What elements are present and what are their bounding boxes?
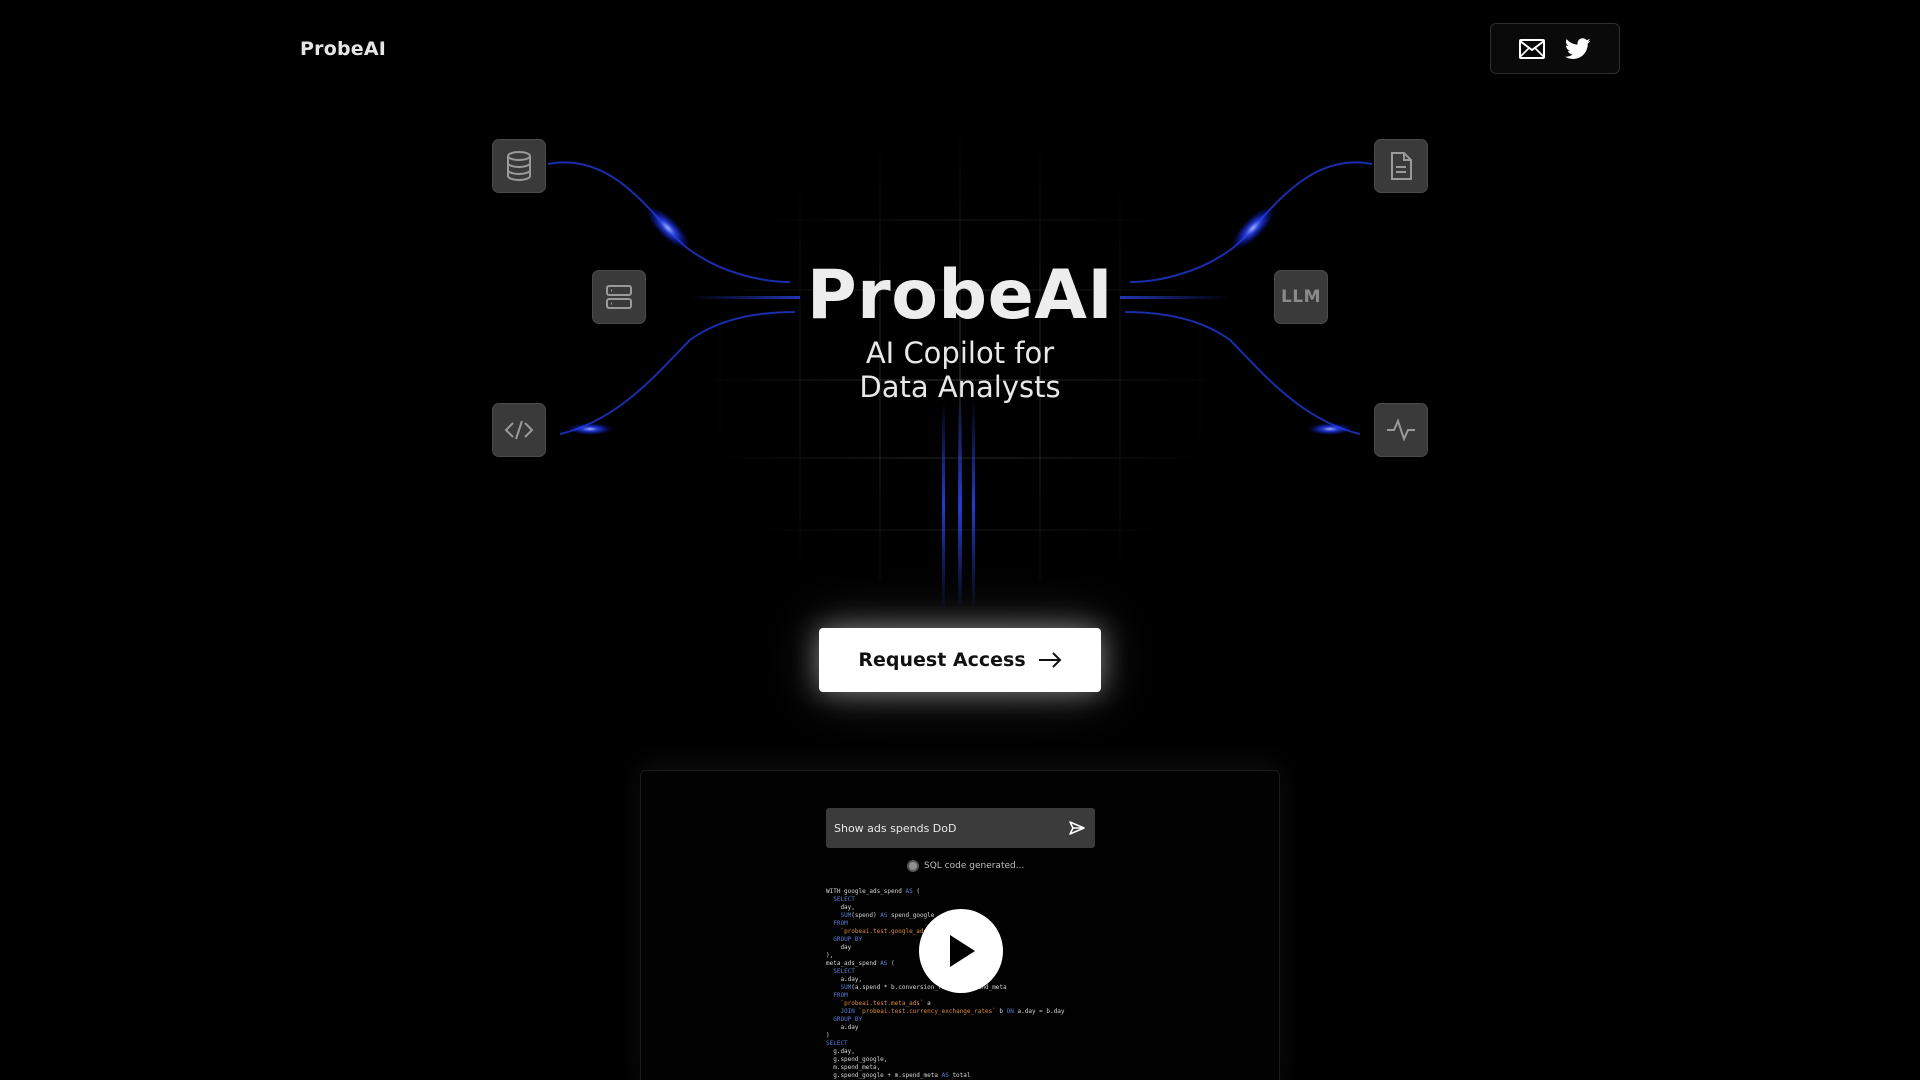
arrow-right-icon — [1038, 652, 1062, 668]
document-icon — [1391, 152, 1412, 180]
code-tile — [492, 403, 546, 457]
database-tile — [492, 139, 546, 193]
chat-prompt-input: Show ads spends DoD — [826, 808, 1095, 848]
play-icon — [950, 935, 975, 967]
document-tile — [1374, 139, 1428, 193]
hero-subtitle-line-1: AI Copilot for — [865, 336, 1055, 370]
request-access-button[interactable]: Request Access — [819, 628, 1101, 692]
database-icon — [507, 151, 531, 181]
loading-icon — [907, 860, 919, 872]
send-icon — [1069, 821, 1085, 835]
hero-subtitle: AI Copilot for Data Analysts — [0, 336, 1920, 404]
play-button[interactable] — [919, 909, 1003, 993]
status-indicator: SQL code generated... — [907, 860, 1024, 872]
prompt-text: Show ads spends DoD — [834, 821, 957, 835]
status-text: SQL code generated... — [924, 861, 1025, 871]
hero-title: ProbeAI — [806, 256, 1114, 335]
activity-icon — [1387, 418, 1415, 442]
hero-subtitle-line-2: Data Analysts — [859, 370, 1061, 404]
activity-tile — [1374, 403, 1428, 457]
code-icon — [504, 420, 534, 440]
demo-video[interactable]: Show ads spends DoD SQL code generated..… — [640, 770, 1280, 1080]
request-access-label: Request Access — [858, 649, 1026, 671]
